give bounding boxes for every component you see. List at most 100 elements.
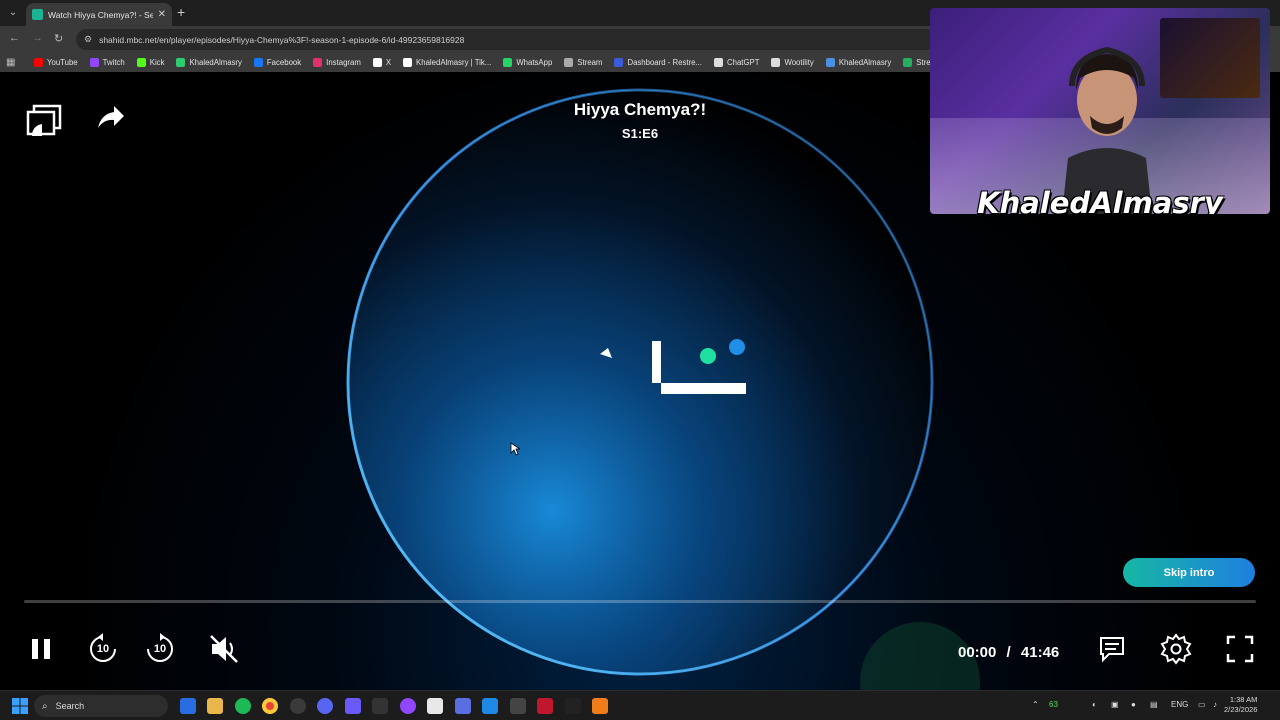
fullscreen-button[interactable] [1223, 632, 1257, 666]
volume-icon[interactable]: ♪ [1213, 700, 1217, 709]
search-icon: ⌕ [42, 700, 48, 712]
bookmark-favicon-icon [403, 57, 413, 67]
bookmark-item[interactable]: Wootility [771, 57, 814, 67]
bookmark-favicon-icon [503, 57, 513, 67]
bookmark-item[interactable]: YouTube [34, 57, 78, 67]
bookmark-favicon-icon [614, 57, 624, 67]
bookmark-label: ChatGPT [726, 57, 760, 67]
bookmark-favicon-icon [89, 57, 99, 67]
taskbar-clock[interactable]: 1:38 AM 2/23/2026 [1224, 695, 1257, 715]
bookmark-favicon-icon [903, 57, 913, 67]
bookmark-label: Kick [149, 57, 165, 67]
bookmark-label: Twitch [102, 57, 125, 67]
file-explorer-icon[interactable] [207, 698, 223, 714]
twitch-app-icon[interactable] [400, 698, 416, 714]
bookmark-item[interactable]: Stream [564, 57, 602, 67]
progress-bar[interactable] [24, 600, 1256, 603]
subtitles-icon [1100, 637, 1124, 663]
bookmark-label: Wootility [784, 57, 814, 67]
skip-intro-button[interactable]: Skip intro [1123, 558, 1255, 587]
gear-icon [1160, 633, 1192, 665]
store-icon[interactable] [482, 698, 498, 714]
discord-icon[interactable] [317, 698, 333, 714]
copilot-icon[interactable] [180, 698, 196, 714]
time-separator: / [1006, 644, 1011, 661]
bookmark-item[interactable]: Kick [136, 57, 165, 67]
settings-app-icon[interactable] [290, 698, 306, 714]
close-icon[interactable]: ✕ [158, 9, 166, 20]
bookmark-label: YouTube [47, 57, 78, 67]
webcam-overlay: KhaledAlmasry [930, 8, 1270, 214]
loading-logo-icon [600, 339, 746, 394]
spotify-icon[interactable] [235, 698, 251, 714]
bookmark-item[interactable]: ChatGPT [713, 57, 760, 67]
language-indicator[interactable]: ENG [1171, 700, 1188, 709]
bookmark-item[interactable]: X [372, 57, 391, 67]
bookmark-label: KhaledAlmasry [838, 57, 892, 67]
bookmark-item[interactable]: KhaledAlmasry | Tik... [403, 57, 492, 67]
bookmark-favicon-icon [176, 57, 186, 67]
bookmark-item[interactable]: Twitch [89, 57, 125, 67]
playback-time: 00:00 / 41:46 [958, 644, 1059, 661]
taskbar-search[interactable]: ⌕ Search [34, 695, 168, 717]
bookmark-item[interactable]: KhaledAlmasry [825, 57, 892, 67]
bookmark-item[interactable]: WhatsApp [503, 57, 553, 67]
current-time: 00:00 [958, 644, 997, 661]
tray-temp[interactable]: 63 [1049, 700, 1058, 709]
microphone-icon[interactable]: ● [1131, 700, 1136, 709]
tab-search-icon[interactable]: ⌄ [6, 6, 20, 20]
app-orange-icon[interactable] [592, 698, 608, 714]
tray-app-icon[interactable]: ◐ [1092, 700, 1097, 709]
share-icon[interactable] [96, 102, 126, 132]
windows-start-icon[interactable] [12, 698, 28, 714]
bookmark-item[interactable]: KhaledAlmasry [176, 57, 242, 67]
settings-button[interactable] [1159, 632, 1193, 666]
browser-tab[interactable]: Watch Hiyya Chemya?! - Seaso ✕ [26, 3, 172, 26]
wall-art [1160, 18, 1260, 98]
bookmark-label: Instagram [326, 57, 361, 67]
bookmark-label: KhaledAlmasry | Tik... [416, 57, 492, 67]
bookmark-favicon-icon [713, 57, 723, 67]
forward-button[interactable]: 10 [143, 632, 177, 666]
bookmark-favicon-icon [136, 57, 146, 67]
app-grid-icon[interactable] [345, 698, 361, 714]
app-red-icon[interactable] [537, 698, 553, 714]
site-info-icon[interactable]: ⚙ [84, 34, 92, 45]
game-launcher-icon[interactable] [455, 698, 471, 714]
terminal-icon[interactable] [372, 698, 388, 714]
bookmark-favicon-icon [313, 57, 323, 67]
bookmark-item[interactable]: Dashboard - Restre... [614, 57, 702, 67]
bookmark-item[interactable]: Facebook [253, 57, 301, 67]
mixer-icon[interactable] [510, 698, 526, 714]
streamer-name: KhaledAlmasry [977, 186, 1223, 214]
address-bar[interactable]: ⚙ shahid.mbc.net/en/player/episodes/Hiyy… [76, 29, 936, 50]
mute-button[interactable] [207, 632, 241, 666]
forward-seconds: 10 [153, 643, 167, 655]
muted-speaker-icon [210, 635, 238, 663]
bookmark-favicon-icon [253, 57, 263, 67]
chevron-up-icon[interactable]: ⌃ [1032, 700, 1039, 709]
cast-icon[interactable] [26, 102, 62, 138]
bookmark-item[interactable]: Instagram [313, 57, 361, 67]
reload-icon[interactable]: ↻ [54, 32, 63, 45]
forward-icon[interactable]: → [32, 32, 43, 44]
bookmark-label: WhatsApp [516, 57, 553, 67]
keyboard-icon[interactable]: ▤ [1150, 700, 1158, 709]
notepad-icon[interactable] [427, 698, 443, 714]
chrome-icon[interactable] [262, 698, 278, 714]
bookmark-label: Dashboard - Restre... [627, 57, 702, 67]
network-icon[interactable]: ▭ [1198, 700, 1206, 709]
fullscreen-icon [1226, 635, 1254, 663]
rewind-seconds: 10 [96, 643, 110, 655]
tray-controller-icon[interactable]: ▣ [1111, 700, 1119, 709]
pause-icon [32, 639, 50, 659]
rewind-button[interactable]: 10 [86, 632, 120, 666]
obs-icon[interactable] [565, 698, 581, 714]
new-tab-icon[interactable]: + [177, 4, 185, 20]
clock-time: 1:38 AM [1229, 695, 1258, 704]
back-icon[interactable]: ← [9, 32, 20, 44]
apps-grid-icon[interactable]: ▦ [6, 57, 20, 68]
subtitles-button[interactable] [1095, 632, 1129, 666]
pause-button[interactable] [24, 632, 58, 666]
bookmark-favicon-icon [825, 57, 835, 67]
